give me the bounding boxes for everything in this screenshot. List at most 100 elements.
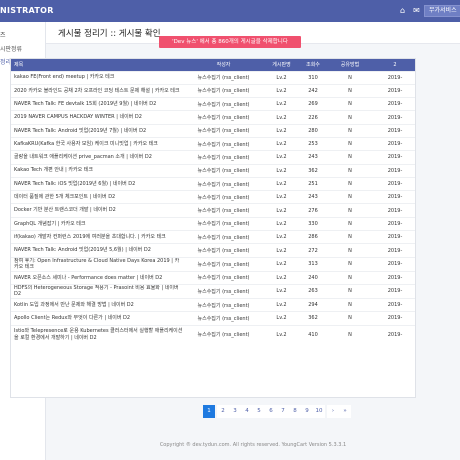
page-link-1[interactable]: 1 bbox=[203, 405, 215, 418]
table-row[interactable]: 참여 후기: Open Infrastructure & Cloud Nativ… bbox=[11, 256, 415, 272]
page-link-10[interactable]: 10 bbox=[313, 405, 325, 418]
cell-title[interactable]: 2020 카카오 블라인드 공채 2차 오프라인 코딩 테스트 문제 해설 | … bbox=[11, 83, 183, 98]
cell-date: 2019- bbox=[373, 256, 415, 272]
cell-title[interactable]: HDFS의 Heterogeneous Storage 적용기 - Prasoi… bbox=[11, 283, 183, 299]
page-link-7[interactable]: 7 bbox=[277, 405, 289, 418]
table-row[interactable]: KafkaKRU(Kafka 한국 사용자 모임) 케이크 미니밋업 | 카카오… bbox=[11, 136, 415, 151]
cell-board: Lv.2 bbox=[264, 136, 299, 151]
col-header-title[interactable]: 제목 bbox=[11, 59, 183, 71]
cell-writer: 뉴스수집기 (rss_client) bbox=[183, 136, 264, 151]
cell-board: Lv.2 bbox=[264, 243, 299, 258]
table-row[interactable]: GraphQL 개념잡기 | 카카오 테크 뉴스수집기 (rss_client) L… bbox=[11, 216, 415, 231]
cell-title[interactable]: NAVER Tech Talk: iOS 밋업(2019년 6월) | 네이버 … bbox=[11, 176, 183, 191]
admin-brand[interactable]: NISTRATOR bbox=[0, 0, 54, 22]
cell-writer: 뉴스수집기 (rss_client) bbox=[183, 243, 264, 258]
cell-title[interactable]: Kotlin 도입 과정에서 만난 문제와 해결 방법 | 네이버 D2 bbox=[11, 297, 183, 312]
cell-title[interactable]: 참여 후기: Open Infrastructure & Cloud Nativ… bbox=[11, 256, 183, 272]
cell-title[interactable]: 골랑을 내트워크 애플리케이션 prive_pacman 소개 | 네이버 D2 bbox=[11, 150, 183, 165]
cell-title[interactable]: kakao FE(Front end) meetup | 카카오 테크 bbox=[11, 70, 183, 85]
cell-board: Lv.2 bbox=[264, 270, 299, 285]
sidebar-item-0[interactable]: 즈 bbox=[0, 30, 6, 39]
home-icon[interactable]: ⌂ bbox=[397, 5, 408, 16]
table-row[interactable]: Docker 기반 분산 트랜스코더 개발 | 네이버 D2 뉴스수집기 (rss… bbox=[11, 203, 415, 218]
table-row[interactable]: 골랑을 내트워크 애플리케이션 prive_pacman 소개 | 네이버 D2… bbox=[11, 150, 415, 165]
table-row[interactable]: 데이터 품질에 관한 5개 체크포인트 | 네이버 D2 뉴스수집기 (rss_c… bbox=[11, 190, 415, 204]
cell-views: 269 bbox=[299, 97, 327, 111]
cell-board: Lv.2 bbox=[264, 123, 299, 138]
cell-title[interactable]: KafkaKRU(Kafka 한국 사용자 모임) 케이크 미니밋업 | 카카오… bbox=[11, 136, 183, 151]
cell-board: Lv.2 bbox=[264, 176, 299, 191]
cell-date: 2019- bbox=[373, 123, 415, 138]
cell-writer: 뉴스수집기 (rss_client) bbox=[183, 176, 264, 191]
cell-views: 263 bbox=[299, 283, 327, 299]
cell-title[interactable]: NAVER Tech Talk: Android 밋업(2019년 5,6월) … bbox=[11, 243, 183, 258]
table-row[interactable]: 2020 카카오 블라인드 공채 2차 오프라인 코딩 테스트 문제 해설 | … bbox=[11, 83, 415, 98]
table-row[interactable]: kakao FE(Front end) meetup | 카카오 테크 뉴스수집기… bbox=[11, 70, 415, 85]
posts-table: 제목 작성자 게시판명 조회수 공유방법 2 kakao FE(Front en… bbox=[11, 59, 415, 345]
table-row[interactable]: NAVER Tech Talk: FE devtalk 15회 (2019년 9… bbox=[11, 97, 415, 111]
cell-date: 2019- bbox=[373, 176, 415, 191]
cell-title[interactable]: 2019 NAVER CAMPUS HACKDAY WINTER | 네이버 D… bbox=[11, 110, 183, 125]
cell-writer: 뉴스수집기 (rss_client) bbox=[183, 83, 264, 98]
page-link-5[interactable]: 5 bbox=[253, 405, 265, 418]
cell-title[interactable]: NAVER Tech Talk: FE devtalk 15회 (2019년 9… bbox=[11, 97, 183, 111]
cell-method: N bbox=[327, 163, 373, 178]
cell-writer: 뉴스수집기 (rss_client) bbox=[183, 163, 264, 178]
delete-alert-badge: 'Dev 뉴스' 에서 총 860개의 게시글을 삭제합니다 bbox=[159, 36, 301, 48]
table-row[interactable]: if(kakao) 개발자 컨퍼런스 2019에 여러분을 초대합니다. | 카… bbox=[11, 230, 415, 244]
next-page-button[interactable]: › bbox=[327, 405, 339, 418]
cell-method: N bbox=[327, 123, 373, 138]
cell-writer: 뉴스수집기 (rss_client) bbox=[183, 230, 264, 244]
col-header-board[interactable]: 게시판명 bbox=[264, 59, 299, 71]
cell-method: N bbox=[327, 136, 373, 151]
cell-title[interactable]: Apollo Client는 Redux와 무엇이 다른가 | 네이버 D2 bbox=[11, 311, 183, 326]
page-link-9[interactable]: 9 bbox=[301, 405, 313, 418]
cell-method: N bbox=[327, 311, 373, 326]
user-menu-button[interactable]: 무가서비스 bbox=[424, 5, 460, 17]
table-row[interactable]: NAVER Tech Talk: Android 밋업(2019년 5,6월) … bbox=[11, 243, 415, 258]
cell-method: N bbox=[327, 230, 373, 244]
cell-title[interactable]: Kakao Tech 개편 안내 | 카카오 테크 bbox=[11, 163, 183, 178]
page-link-3[interactable]: 3 bbox=[229, 405, 241, 418]
page-link-8[interactable]: 8 bbox=[289, 405, 301, 418]
table-row[interactable]: NAVER 오픈소스 세미나 - Performance does matter… bbox=[11, 270, 415, 285]
cell-date: 2019- bbox=[373, 150, 415, 165]
cell-title[interactable]: Istio와 Telepresence로 운용 Kubernetes 클러스터에… bbox=[11, 324, 183, 345]
table-row[interactable]: HDFS의 Heterogeneous Storage 적용기 - Prasoi… bbox=[11, 283, 415, 299]
page-link-2[interactable]: 2 bbox=[217, 405, 229, 418]
cell-title[interactable]: NAVER 오픈소스 세미나 - Performance does matter… bbox=[11, 270, 183, 285]
cell-views: 240 bbox=[299, 270, 327, 285]
col-header-writer[interactable]: 작성자 bbox=[183, 59, 264, 71]
cell-writer: 뉴스수집기 (rss_client) bbox=[183, 70, 264, 85]
cell-views: 251 bbox=[299, 176, 327, 191]
cell-views: 243 bbox=[299, 190, 327, 204]
cell-title[interactable]: 데이터 품질에 관한 5개 체크포인트 | 네이버 D2 bbox=[11, 190, 183, 204]
cell-title[interactable]: if(kakao) 개발자 컨퍼런스 2019에 여러분을 초대합니다. | 카… bbox=[11, 230, 183, 244]
table-row[interactable]: Apollo Client는 Redux와 무엇이 다른가 | 네이버 D2 뉴스… bbox=[11, 311, 415, 326]
top-navbar: NISTRATOR ⌂ ✉ 무가서비스 bbox=[0, 0, 460, 22]
cell-views: 330 bbox=[299, 216, 327, 231]
cell-title[interactable]: GraphQL 개념잡기 | 카카오 테크 bbox=[11, 216, 183, 231]
col-header-date[interactable]: 2 bbox=[373, 59, 415, 71]
table-row[interactable]: Kakao Tech 개편 안내 | 카카오 테크 뉴스수집기 (rss_clie… bbox=[11, 163, 415, 178]
col-header-views[interactable]: 조회수 bbox=[299, 59, 327, 71]
table-row[interactable]: NAVER Tech Talk: Android 밋업(2019년 7월) | … bbox=[11, 123, 415, 138]
cell-writer: 뉴스수집기 (rss_client) bbox=[183, 123, 264, 138]
page-link-6[interactable]: 6 bbox=[265, 405, 277, 418]
cell-date: 2019- bbox=[373, 270, 415, 285]
table-row[interactable]: Kotlin 도입 과정에서 만난 문제와 해결 방법 | 네이버 D2 뉴스수집… bbox=[11, 297, 415, 312]
sidebar-item-board-list[interactable]: 시판정류 bbox=[0, 44, 22, 53]
cell-title[interactable]: Docker 기반 분산 트랜스코더 개발 | 네이버 D2 bbox=[11, 203, 183, 218]
last-page-button[interactable]: » bbox=[339, 405, 351, 418]
table-row[interactable]: 2019 NAVER CAMPUS HACKDAY WINTER | 네이버 D… bbox=[11, 110, 415, 125]
cell-method: N bbox=[327, 243, 373, 258]
cell-date: 2019- bbox=[373, 110, 415, 125]
cell-title[interactable]: NAVER Tech Talk: Android 밋업(2019년 7월) | … bbox=[11, 123, 183, 138]
cell-board: Lv.2 bbox=[264, 190, 299, 204]
table-row[interactable]: NAVER Tech Talk: iOS 밋업(2019년 6월) | 네이버 … bbox=[11, 176, 415, 191]
bell-icon[interactable]: ✉ bbox=[411, 5, 422, 16]
page-link-4[interactable]: 4 bbox=[241, 405, 253, 418]
cell-views: 362 bbox=[299, 311, 327, 326]
col-header-method[interactable]: 공유방법 bbox=[327, 59, 373, 71]
table-row[interactable]: Istio와 Telepresence로 운용 Kubernetes 클러스터에… bbox=[11, 324, 415, 345]
